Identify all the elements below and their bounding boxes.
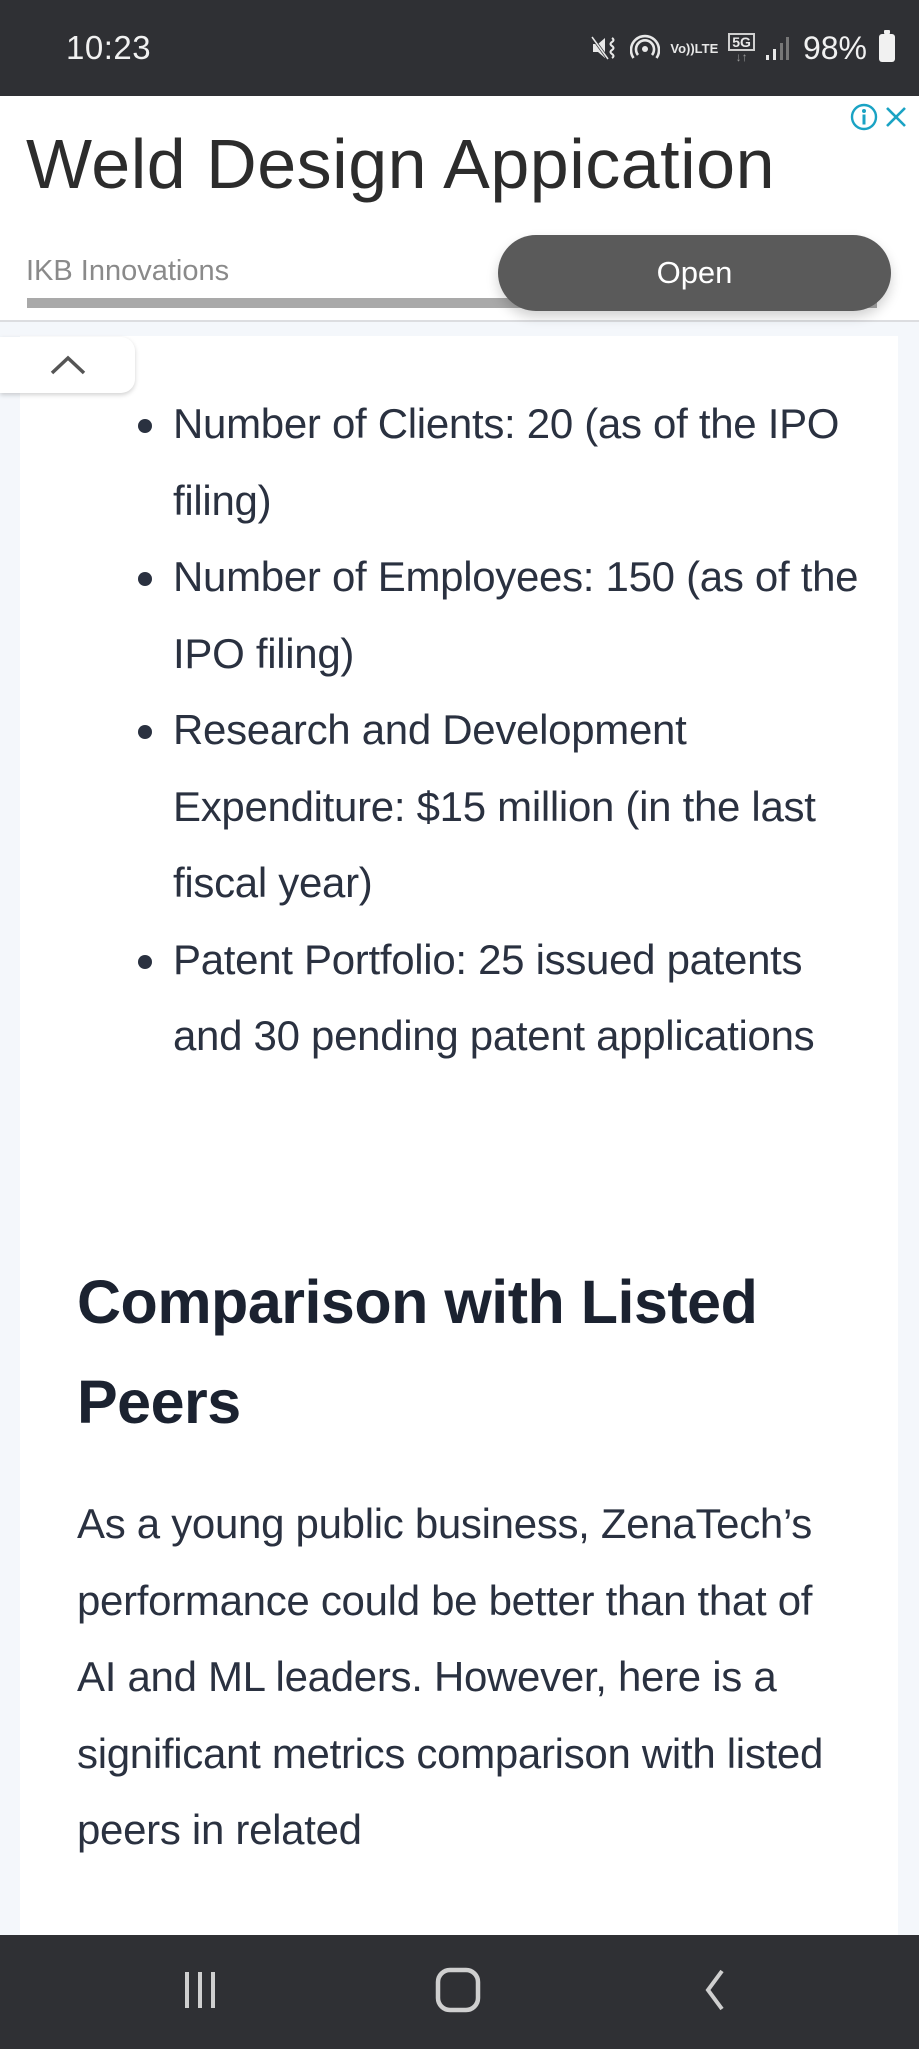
list-item: Number of Employees: 150 (as of the IPO … <box>138 539 863 692</box>
ad-banner[interactable]: Weld Design Appication IKB Innovations O… <box>0 96 919 322</box>
hotspot-icon <box>630 33 661 63</box>
home-icon <box>434 1966 482 2019</box>
body-paragraph: As a young public business, ZenaTech’s p… <box>77 1500 824 1853</box>
list-item-text: Research and Development Expenditure: $1… <box>173 706 816 906</box>
ad-open-button[interactable]: Open <box>498 235 891 311</box>
metrics-list: Number of Clients: 20 (as of the IPO fil… <box>138 386 863 1075</box>
bullet-icon <box>138 954 152 969</box>
status-bar: 10:23 Vo)) LTE 5G ↓↑ 98% <box>0 0 919 96</box>
ad-title[interactable]: Weld Design Appication <box>26 124 775 204</box>
signal-icon <box>765 35 789 61</box>
network-label: 5G <box>728 33 755 51</box>
recents-button[interactable] <box>140 1935 260 2049</box>
ad-advertiser: IKB Innovations <box>26 255 230 287</box>
info-icon[interactable] <box>849 102 879 132</box>
status-time: 10:23 <box>66 29 152 66</box>
back-button[interactable] <box>655 1935 775 2049</box>
bullet-icon <box>138 725 152 739</box>
chevron-up-icon <box>48 353 88 377</box>
ad-controls <box>849 102 909 132</box>
volte-label-bottom: LTE <box>694 40 719 56</box>
back-icon <box>700 1968 730 2017</box>
home-button[interactable] <box>398 1935 518 2049</box>
recents-icon <box>178 1968 222 2017</box>
list-item-text: Number of Employees: 150 (as of the IPO … <box>173 553 859 677</box>
volte-label-top: Vo)) <box>670 40 695 56</box>
close-icon[interactable] <box>883 104 909 130</box>
navigation-bar <box>0 1935 919 2049</box>
section-heading: Comparison with Listed Peers <box>77 1268 758 1436</box>
network-arrows: ↓↑ <box>735 50 748 64</box>
list-item-text: Number of Clients: 20 (as of the IPO fil… <box>173 400 840 524</box>
mute-vibrate-icon <box>590 34 620 62</box>
list-item: Number of Clients: 20 (as of the IPO fil… <box>138 386 863 539</box>
list-item: Patent Portfolio: 25 issued patents and … <box>138 922 863 1075</box>
list-item: Research and Development Expenditure: $1… <box>138 692 863 922</box>
battery-icon <box>879 30 895 62</box>
battery-percent: 98% <box>802 29 867 66</box>
collapse-ad-button[interactable] <box>0 337 135 393</box>
5g-icon: 5G ↓↑ <box>728 33 755 63</box>
list-item-text: Patent Portfolio: 25 issued patents and … <box>173 935 815 1060</box>
bullet-icon <box>138 419 152 433</box>
status-icons: Vo)) LTE 5G ↓↑ 98% <box>590 30 895 67</box>
volte-icon: Vo)) LTE <box>670 42 718 55</box>
bullet-icon <box>138 572 152 586</box>
